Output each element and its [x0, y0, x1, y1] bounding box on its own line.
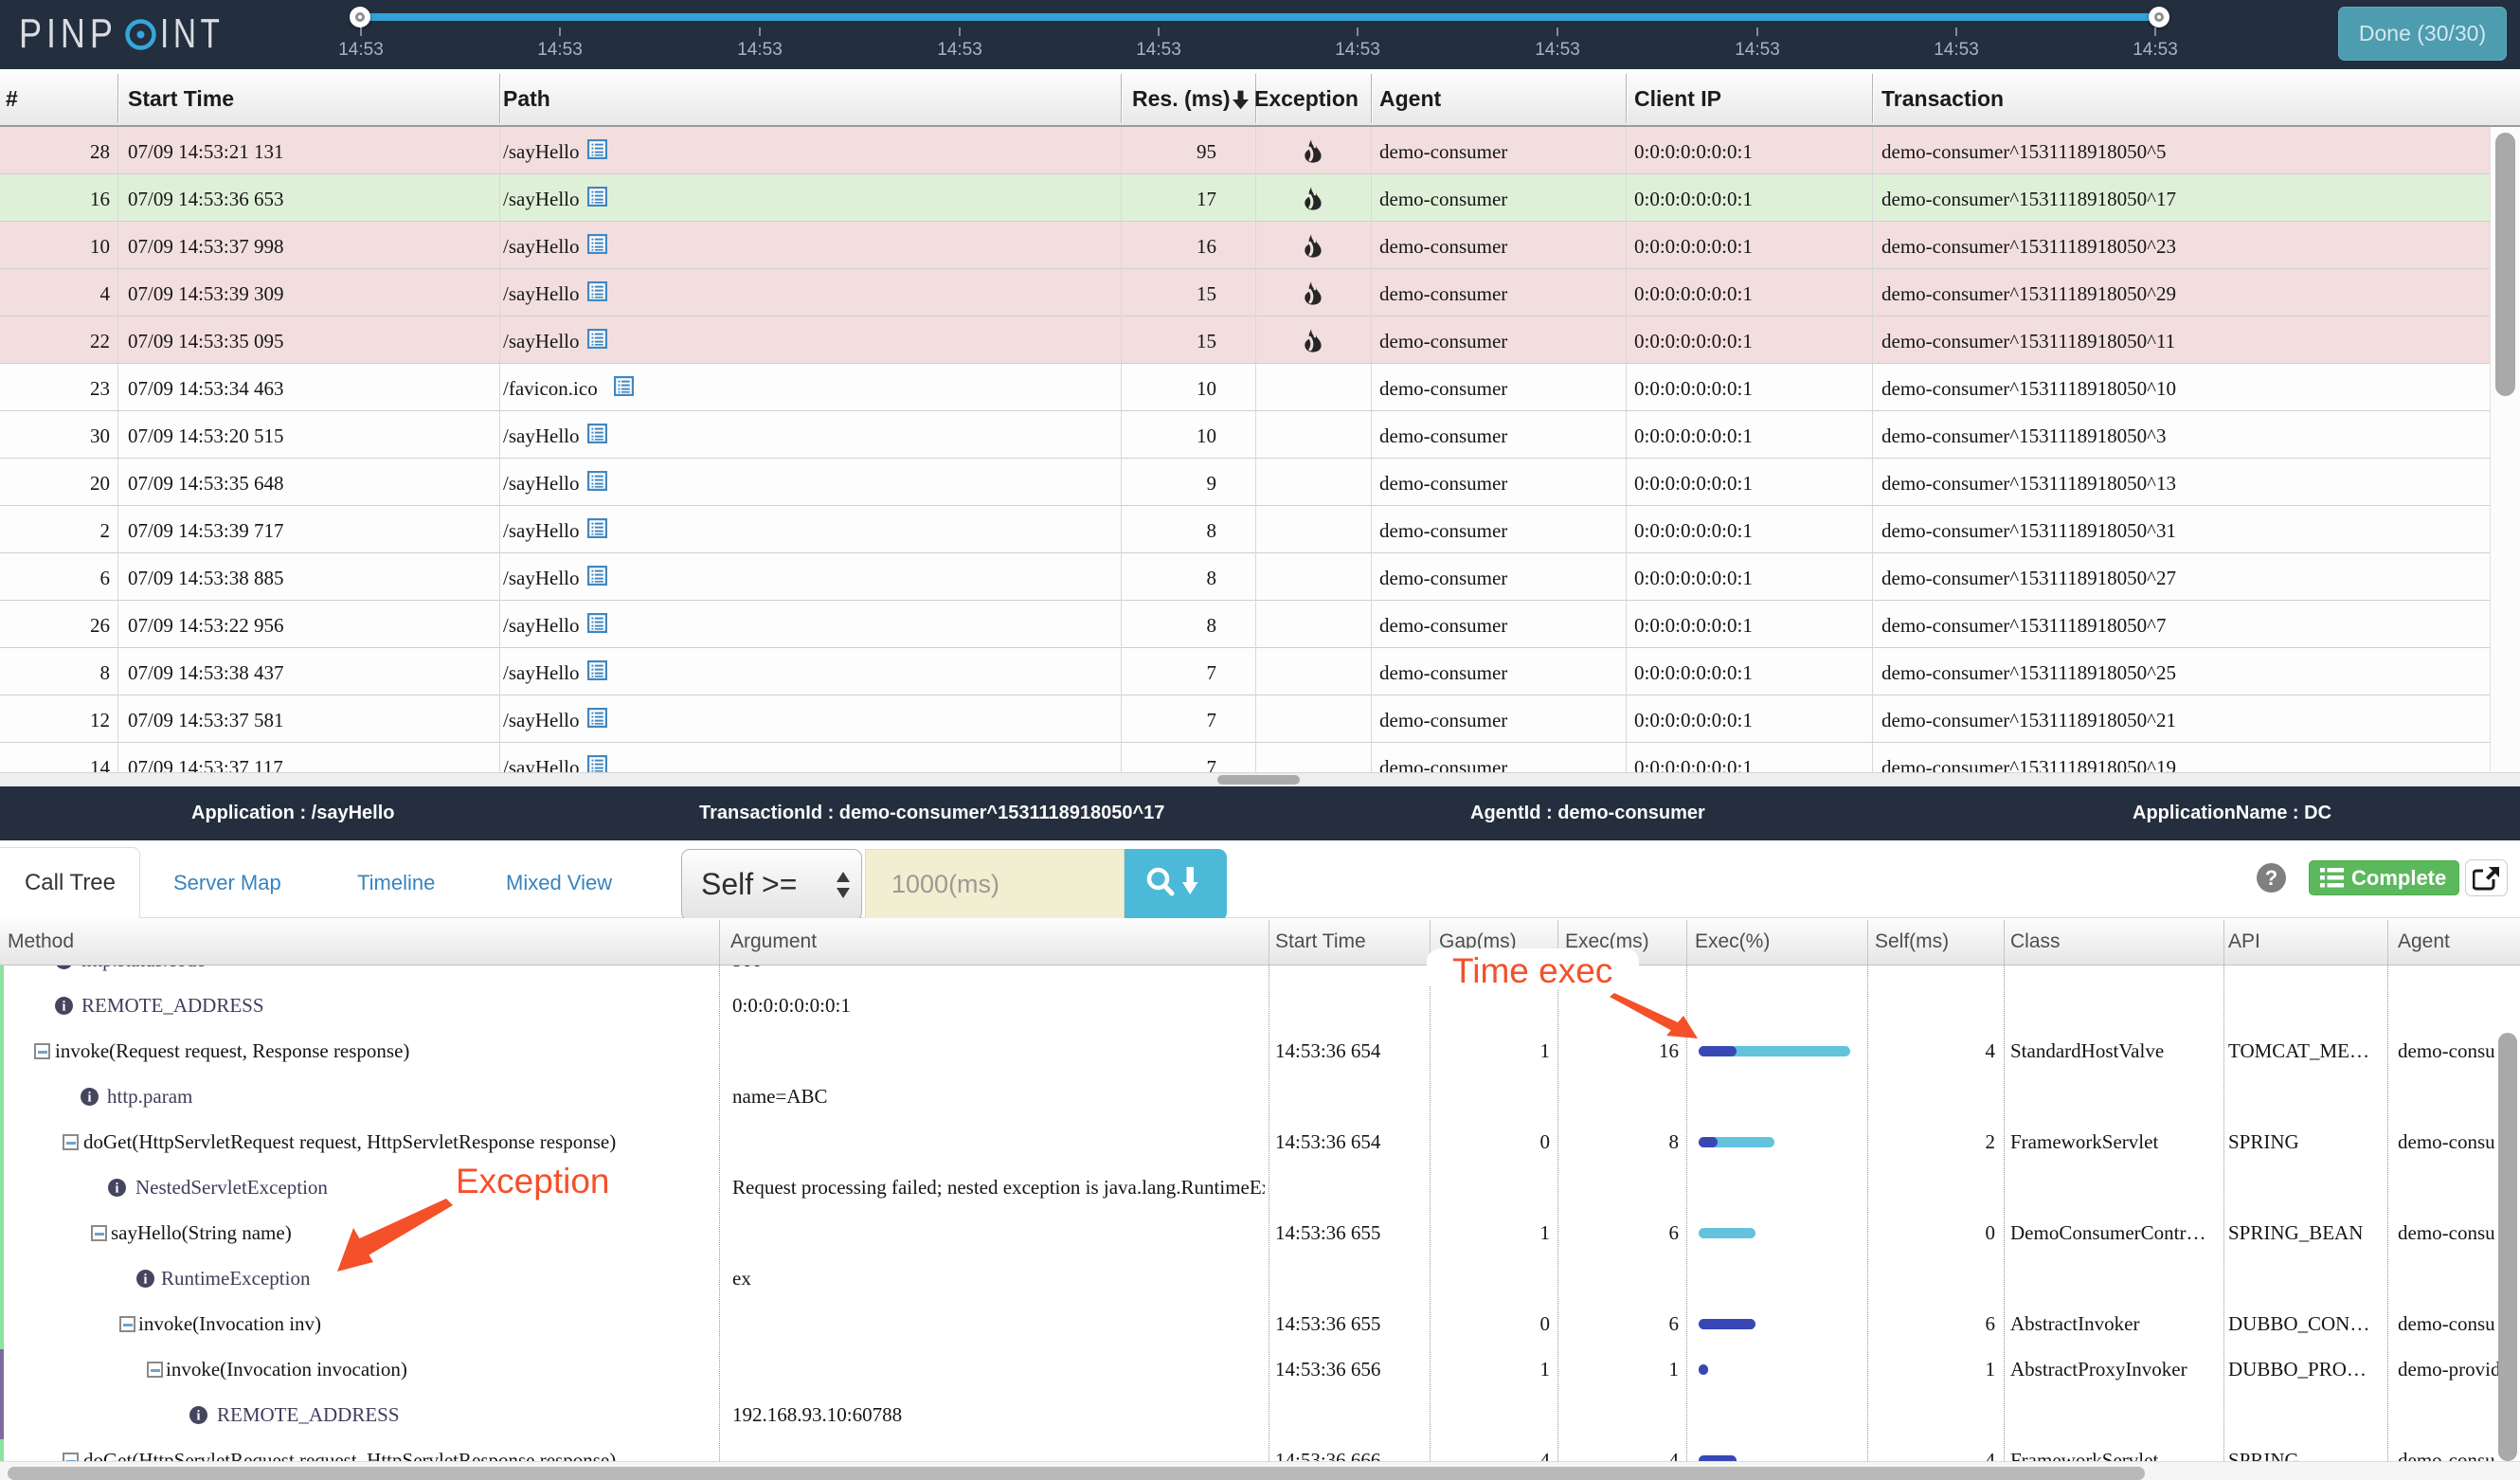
svg-text:i: i: [196, 1409, 200, 1424]
svg-text:i: i: [87, 1091, 91, 1106]
svg-text:i: i: [62, 1000, 65, 1015]
svg-text:i: i: [115, 1182, 118, 1197]
svg-text:i: i: [143, 1272, 147, 1288]
svg-text:i: i: [62, 966, 65, 969]
